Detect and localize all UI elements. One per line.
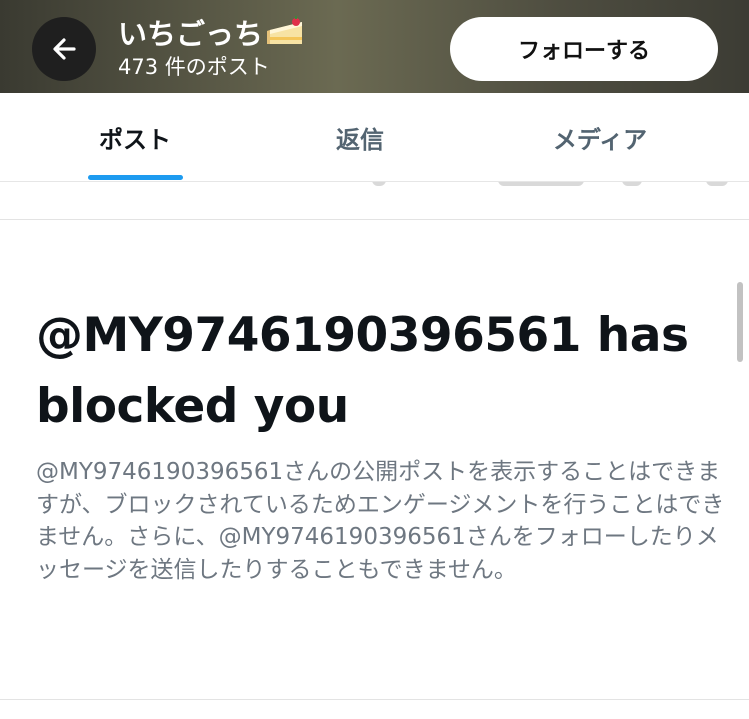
profile-name-text: いちごっち	[118, 17, 264, 51]
blocked-title: @MY9746190396561 has blocked you	[36, 308, 689, 434]
follow-button[interactable]: フォローする	[450, 17, 718, 81]
tab-posts[interactable]: ポスト	[60, 93, 210, 181]
back-button[interactable]	[32, 17, 96, 81]
profile-tabs: ポスト 返信 メディア	[0, 93, 749, 181]
profile-name: いちごっち	[118, 16, 306, 52]
cake-icon	[267, 16, 303, 44]
tab-replies[interactable]: 返信	[285, 93, 435, 181]
arrow-left-icon	[53, 38, 76, 60]
active-tab-indicator	[88, 175, 183, 180]
post-count: 473 件のポスト	[118, 55, 270, 79]
blocked-description: @MY9746190396561さんの公開ポストを表示することはできますが、ブロ…	[36, 459, 725, 583]
scrollbar[interactable]	[737, 282, 743, 362]
tab-media[interactable]: メディア	[525, 93, 675, 181]
profile-screen: いちごっち 473 件のポスト フォローする ポスト 返信 メディア @MY97…	[0, 0, 749, 719]
bottom-divider	[0, 699, 749, 700]
profile-header: いちごっち 473 件のポスト フォローする	[0, 0, 749, 93]
section-divider	[0, 219, 749, 220]
scrolled-post-actions	[0, 182, 749, 188]
